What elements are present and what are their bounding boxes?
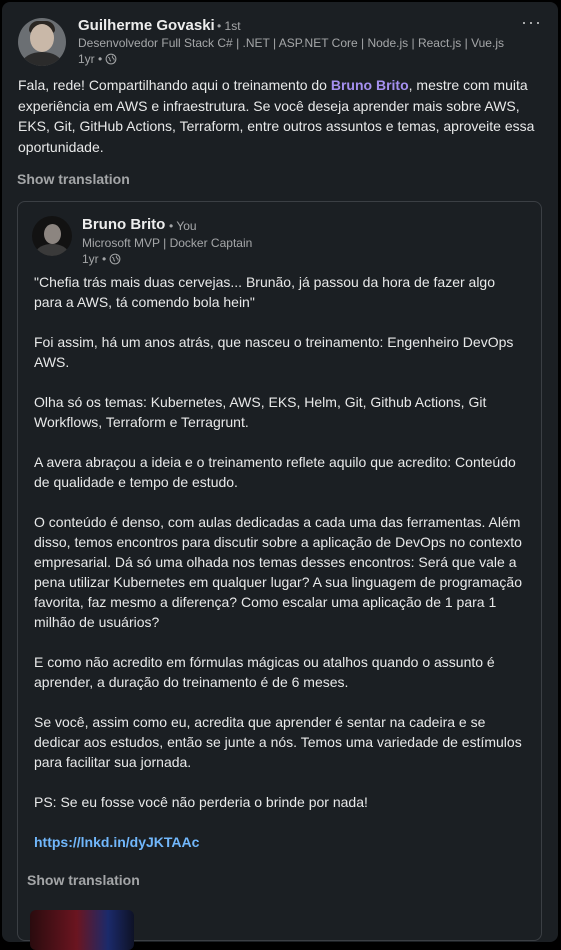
reshare-timestamp: 1yr • [82, 252, 121, 266]
reshare-connection-degree: • You [169, 219, 197, 233]
shared-link[interactable]: https://lnkd.in/dyJKTAAc [34, 834, 199, 850]
show-translation-button[interactable]: Show translation [17, 171, 130, 187]
reshare-paragraph: PS: Se eu fosse você não perderia o brin… [34, 794, 368, 810]
author-headline: Desenvolvedor Full Stack C# | .NET | ASP… [78, 36, 504, 50]
reshare-author-avatar[interactable] [32, 216, 72, 256]
feed-post-card: Guilherme Govaski • 1st Desenvolvedor Fu… [2, 2, 558, 950]
globe-icon [109, 253, 121, 265]
reshare-body: "Chefia trás mais duas cervejas... Brunã… [34, 272, 526, 872]
reshare-paragraph: A avera abraçou a ideia e o treinamento … [34, 454, 516, 490]
author-name[interactable]: Guilherme Govaski [78, 17, 215, 34]
reshare-author-headline: Microsoft MVP | Docker Captain [82, 236, 253, 250]
reshare-show-translation-button[interactable]: Show translation [27, 872, 140, 888]
author-avatar[interactable] [18, 18, 66, 66]
globe-icon [105, 53, 117, 65]
more-options-icon[interactable]: ··· [521, 12, 542, 33]
media-thumbnail[interactable] [30, 910, 134, 950]
connection-degree: • 1st [217, 19, 241, 33]
reshared-post[interactable]: Bruno Brito • You Microsoft MVP | Docker… [17, 201, 542, 950]
reshare-time: 1yr • [82, 252, 107, 266]
reshare-paragraph: Olha só os temas: Kubernetes, AWS, EKS, … [34, 394, 487, 430]
reshare-paragraph: O conteúdo é denso, com aulas dedicadas … [34, 514, 522, 630]
reshare-paragraph: "Chefia trás mais duas cervejas... Brunã… [34, 274, 496, 310]
post-text-intro: Fala, rede! Compartilhando aqui o treina… [18, 77, 331, 93]
reshare-paragraph: Se você, assim como eu, acredita que apr… [34, 714, 522, 770]
post-body: Fala, rede! Compartilhando aqui o treina… [18, 75, 538, 157]
reshare-paragraph: Foi assim, há um anos atrás, que nasceu … [34, 334, 514, 370]
post-time: 1yr • [78, 52, 103, 66]
reshare-paragraph: E como não acredito em fórmulas mágicas … [34, 654, 495, 690]
reshare-author-name[interactable]: Bruno Brito [82, 216, 165, 233]
mention-bruno-brito[interactable]: Bruno Brito [331, 77, 409, 93]
post-timestamp: 1yr • [78, 52, 117, 66]
